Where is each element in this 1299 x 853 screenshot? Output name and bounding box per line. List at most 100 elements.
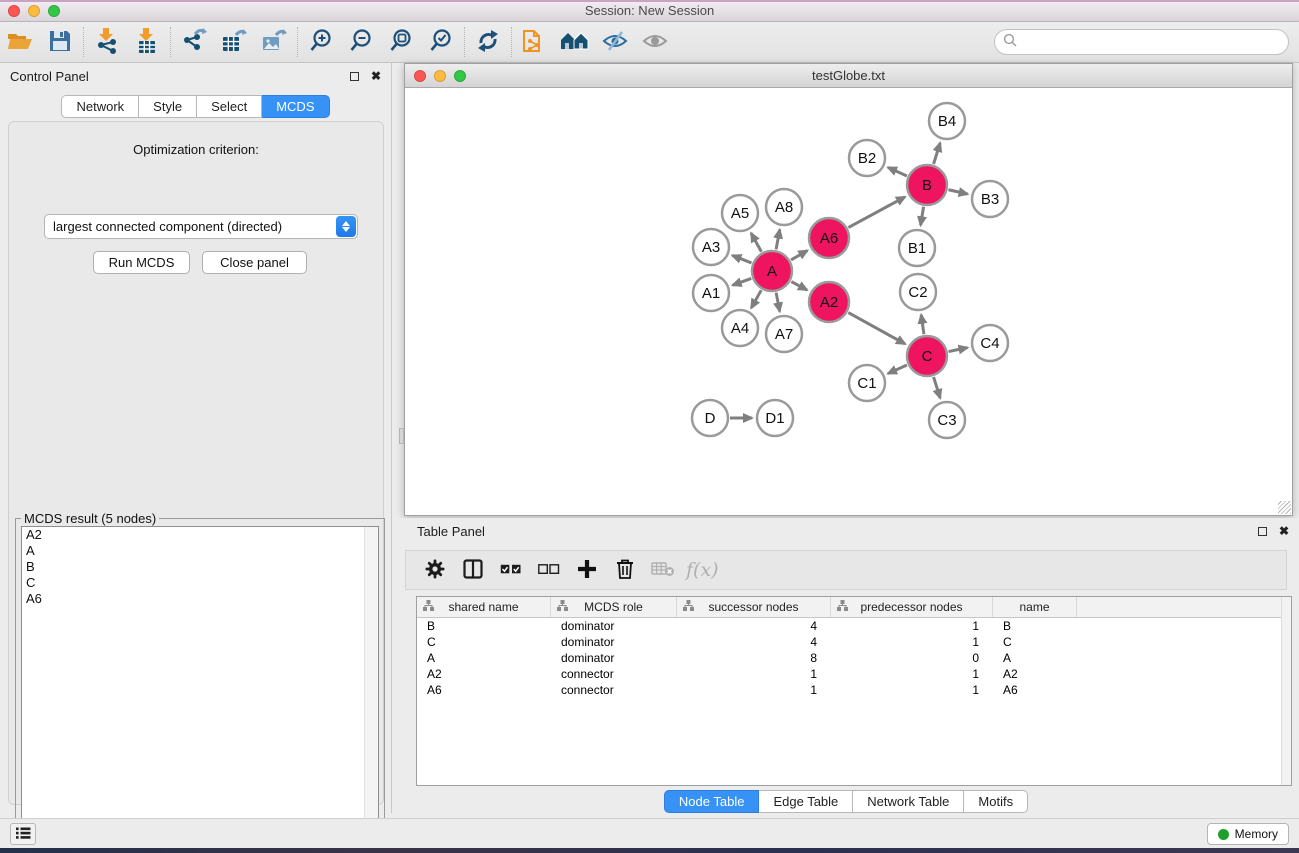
tab-edge-table[interactable]: Edge Table [759,790,853,813]
tab-style[interactable]: Style [139,95,197,118]
cell-successor-nodes[interactable]: 4 [677,619,831,633]
edge-C-C1[interactable] [888,365,907,374]
import-table-button[interactable] [127,25,167,59]
node-A3[interactable]: A3 [693,229,729,265]
table-row[interactable]: Bdominator41B [417,618,1291,634]
select-all-button[interactable] [496,555,526,585]
node-D1[interactable]: D1 [757,400,793,436]
edge-C-C3[interactable] [934,377,941,398]
column-header-successor-nodes[interactable]: successor nodes [677,597,831,617]
cell-shared-name[interactable]: B [417,619,551,633]
save-session-button[interactable] [40,25,80,59]
node-A4[interactable]: A4 [722,310,758,346]
node-C4[interactable]: C4 [972,325,1008,361]
edge-A-A1[interactable] [733,278,752,285]
close-table-panel-icon[interactable]: ✖ [1279,524,1289,538]
cell-MCDS-role[interactable]: connector [551,667,677,681]
edge-B-B4[interactable] [934,143,941,164]
minimize-network-window-button[interactable] [434,70,446,82]
cell-MCDS-role[interactable]: dominator [551,619,677,633]
cell-predecessor-nodes[interactable]: 0 [831,651,993,665]
float-table-panel-icon[interactable] [1258,527,1267,536]
search-input[interactable] [1017,32,1288,52]
close-network-window-button[interactable] [414,70,426,82]
close-panel-button[interactable]: Close panel [202,251,307,274]
cell-successor-nodes[interactable]: 4 [677,635,831,649]
minimize-window-button[interactable] [28,5,40,17]
delete-column-button[interactable] [610,555,640,585]
result-item[interactable]: A2 [22,527,378,543]
node-A8[interactable]: A8 [766,189,802,225]
run-mcds-button[interactable]: Run MCDS [93,251,190,274]
export-network-button[interactable] [174,25,214,59]
edge-A-A2[interactable] [791,282,807,291]
zoom-out-button[interactable] [341,25,381,59]
cell-predecessor-nodes[interactable]: 1 [831,635,993,649]
cell-predecessor-nodes[interactable]: 1 [831,667,993,681]
float-panel-icon[interactable] [350,72,359,81]
edge-A6-B[interactable] [848,197,905,228]
edge-C-C4[interactable] [949,348,968,352]
column-header-name[interactable]: name [993,597,1077,617]
edge-B-B1[interactable] [921,207,924,226]
network-canvas[interactable]: B4B2BB3A5A8A6B1A3AC2A1A2A4A7C4CC1C3DD1 [406,89,1291,515]
tab-node-table[interactable]: Node Table [664,790,760,813]
node-A1[interactable]: A1 [693,275,729,311]
deselect-all-button[interactable] [534,555,564,585]
show-columns-button[interactable] [458,555,488,585]
result-item[interactable]: C [22,575,378,591]
network-window-titlebar[interactable]: testGlobe.txt [405,64,1292,88]
cell-name[interactable]: A2 [993,667,1077,681]
delete-table-button[interactable] [648,555,678,585]
split-pane-handle[interactable] [399,428,404,444]
zoom-fit-button[interactable] [381,25,421,59]
cell-shared-name[interactable]: A2 [417,667,551,681]
node-C2[interactable]: C2 [900,274,936,310]
cell-name[interactable]: C [993,635,1077,649]
task-history-button[interactable] [10,823,36,845]
cell-shared-name[interactable]: A6 [417,683,551,697]
edge-A-A3[interactable] [732,255,751,263]
close-window-button[interactable] [8,5,20,17]
node-D[interactable]: D [692,400,728,436]
window-resize-grip[interactable] [1278,501,1291,514]
zoom-selected-button[interactable] [421,25,461,59]
refresh-button[interactable] [468,25,508,59]
export-table-button[interactable] [214,25,254,59]
result-item[interactable]: A [22,543,378,559]
mcds-result-list[interactable]: A2ABCA6 [21,526,379,852]
table-row[interactable]: Cdominator41C [417,634,1291,650]
cell-predecessor-nodes[interactable]: 1 [831,619,993,633]
edge-A-A8[interactable] [776,230,780,250]
cell-shared-name[interactable]: C [417,635,551,649]
result-item[interactable]: A6 [22,591,378,607]
node-A2[interactable]: A2 [809,282,849,322]
create-column-button[interactable] [572,555,602,585]
node-C[interactable]: C [907,336,947,376]
cell-shared-name[interactable]: A [417,651,551,665]
node-C3[interactable]: C3 [929,402,965,438]
cell-successor-nodes[interactable]: 1 [677,683,831,697]
node-A7[interactable]: A7 [766,316,802,352]
edge-A-A4[interactable] [751,290,761,308]
edge-A-A5[interactable] [751,233,761,252]
node-B4[interactable]: B4 [929,103,965,139]
zoom-in-button[interactable] [301,25,341,59]
cell-successor-nodes[interactable]: 8 [677,651,831,665]
close-panel-icon[interactable]: ✖ [371,69,381,83]
node-B3[interactable]: B3 [972,181,1008,217]
edge-C-C2[interactable] [921,315,924,334]
tab-motifs[interactable]: Motifs [964,790,1028,813]
column-header-shared-name[interactable]: shared name [417,597,551,617]
column-header-predecessor-nodes[interactable]: predecessor nodes [831,597,993,617]
import-network-button[interactable] [87,25,127,59]
edge-A-A7[interactable] [776,293,780,312]
tab-select[interactable]: Select [197,95,262,118]
hide-graphics-details-button[interactable] [595,25,635,59]
node-B[interactable]: B [907,165,947,205]
node-B1[interactable]: B1 [899,230,935,266]
table-row[interactable]: A6connector11A6 [417,682,1291,698]
node-B2[interactable]: B2 [849,140,885,176]
zoom-window-button[interactable] [48,5,60,17]
table-settings-button[interactable] [420,555,450,585]
